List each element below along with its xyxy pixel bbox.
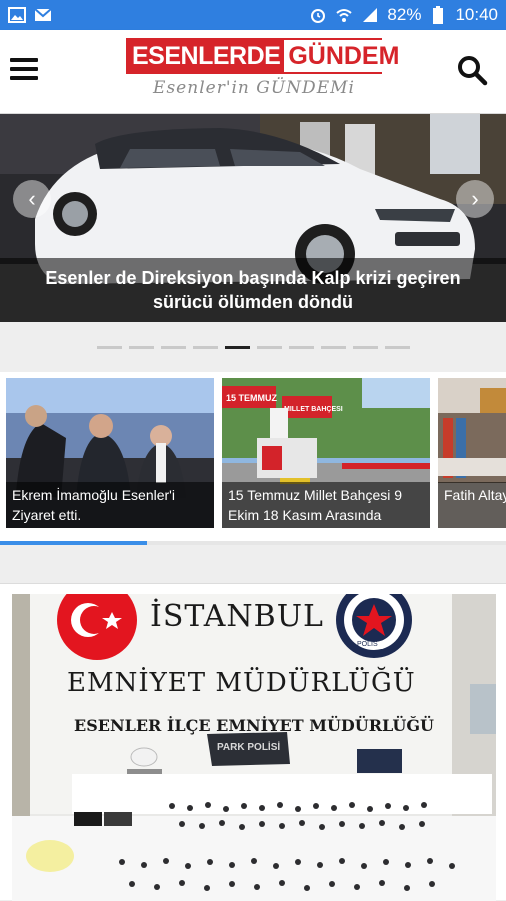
site-logo[interactable]: ESENLERDE GÜNDEM Esenler'in GÜNDEMi [126, 38, 404, 98]
news-card-title: Fatih Altaylı değil, Ham [438, 482, 506, 528]
signal-icon [361, 7, 379, 23]
seal-text: POLİS [357, 639, 378, 648]
sign-text: MILLET BAHÇESI [284, 406, 343, 413]
slider-dot[interactable] [320, 345, 346, 349]
bag-label: PARK POLİSİ [217, 740, 280, 753]
mail-icon [34, 7, 52, 23]
battery-icon [429, 6, 447, 24]
hamburger-menu-icon[interactable] [10, 58, 38, 82]
status-right: 82% 10:40 [309, 5, 498, 25]
slider-dot[interactable] [192, 345, 218, 349]
article-card[interactable]: İSTANBUL POLİS EMNİYET MÜDÜRLÜĞÜ ESENLER… [0, 583, 506, 901]
hero-caption[interactable]: Esenler de Direksiyon başında Kalp krizi… [0, 258, 506, 322]
clock-time: 10:40 [455, 5, 498, 24]
logo-text-esenlerde: ESENLERDE [128, 40, 285, 72]
wifi-icon [335, 7, 353, 23]
battery-percent: 82% [387, 5, 422, 24]
news-card[interactable]: Ekrem İmamoğlu Esenler'i Ziyaret etti. [6, 378, 214, 528]
chevron-right-icon[interactable]: › [456, 180, 494, 218]
sign-title: EMNİYET MÜDÜRLÜĞÜ [67, 666, 416, 698]
sign-subtitle: ESENLER İLÇE EMNİYET MÜDÜRLÜĞÜ [74, 715, 434, 735]
slider-dot[interactable] [256, 345, 282, 349]
hero-slider[interactable]: ‹ › Esenler de Direksiyon başında Kalp k… [0, 114, 506, 322]
slider-dot[interactable] [128, 345, 154, 349]
slider-dot[interactable] [384, 345, 410, 349]
news-carousel[interactable]: Ekrem İmamoğlu Esenler'i Ziyaret etti. 1… [0, 372, 506, 542]
news-card[interactable]: Fatih Altaylı değil, Ham [438, 378, 506, 528]
slider-dot[interactable] [224, 345, 250, 349]
status-left [8, 7, 52, 23]
article-image: İSTANBUL POLİS EMNİYET MÜDÜRLÜĞÜ ESENLER… [12, 594, 496, 901]
slider-dot[interactable] [352, 345, 378, 349]
slider-pagination [0, 322, 506, 372]
alarm-icon [309, 7, 327, 23]
slider-dot[interactable] [160, 345, 186, 349]
slider-dot[interactable] [96, 345, 122, 349]
slider-dot[interactable] [288, 345, 314, 349]
sign-text: 15 TEMMUZ [226, 393, 278, 403]
section-spacer [0, 545, 506, 583]
chevron-left-icon[interactable]: ‹ [13, 180, 51, 218]
status-bar: 82% 10:40 [0, 0, 506, 30]
news-card-title: 15 Temmuz Millet Bahçesi 9 Ekim 18 Kasım… [222, 482, 430, 528]
search-icon[interactable] [456, 54, 488, 86]
news-card-title: Ekrem İmamoğlu Esenler'i Ziyaret etti. [6, 482, 214, 528]
news-card[interactable]: 15 TEMMUZ MILLET BAHÇESI 15 Temmuz Mille… [222, 378, 430, 528]
sign-city: İSTANBUL [150, 598, 324, 634]
logo-text-gundem: GÜNDEM [284, 40, 404, 72]
logo-tagline: Esenler'in GÜNDEMi [153, 78, 355, 98]
image-icon [8, 7, 26, 23]
app-header: ESENLERDE GÜNDEM Esenler'in GÜNDEMi [0, 30, 506, 114]
